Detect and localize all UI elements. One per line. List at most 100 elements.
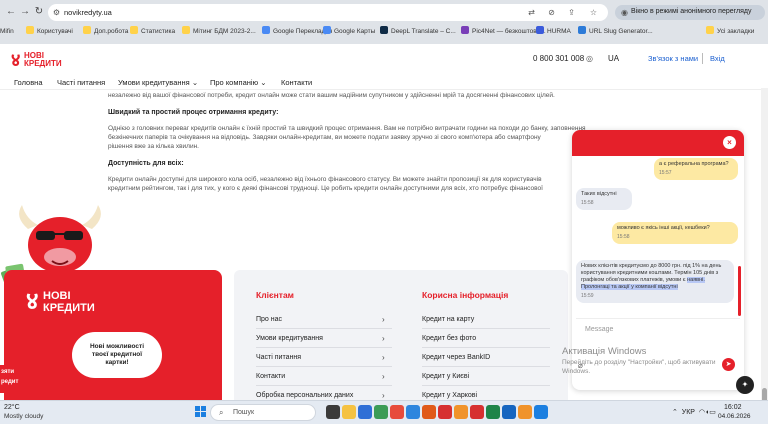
footer-link[interactable]: Часті питання <box>256 354 301 361</box>
send-icon[interactable]: ➤ <box>722 358 735 371</box>
bookmark-label: HURMA <box>547 28 571 35</box>
taskbar-app-icon[interactable] <box>390 405 404 419</box>
keyboard-language[interactable]: УКР <box>682 409 695 416</box>
bookmark-item[interactable]: Pic4Net — безкоштовн... <box>461 26 546 38</box>
taskbar-app-icon[interactable] <box>406 405 420 419</box>
nav-credit-terms[interactable]: Умови кредитування ⌄ <box>118 78 198 87</box>
bookmark-item[interactable]: URL Slug Generator... <box>578 26 653 38</box>
footer-link[interactable]: Кредит у Харкові <box>422 392 477 399</box>
chevron-right-icon[interactable]: › <box>382 353 385 362</box>
footer-link[interactable]: Обробка персональних даних <box>256 392 353 399</box>
chevron-right-icon[interactable]: › <box>382 334 385 343</box>
bookmark-item[interactable]: HURMA <box>536 26 571 38</box>
bookmark-item[interactable]: Mifin <box>0 26 14 38</box>
bookmark-star-icon[interactable]: ☆ <box>588 7 599 18</box>
weather-temperature[interactable]: 22°C <box>4 404 20 411</box>
taskbar-app-icon[interactable] <box>326 405 340 419</box>
footer-logo[interactable]: ४ НОВІ КРЕДИТИ <box>26 290 106 316</box>
chevron-right-icon[interactable]: › <box>382 315 385 324</box>
bookmark-item[interactable]: DeepL Translate – С... <box>380 26 456 38</box>
nav-about[interactable]: Про компанію ⌄ <box>210 78 267 87</box>
footer-col-clients-title: Клієнтам <box>256 290 294 300</box>
nav-faq[interactable]: Часті питання <box>57 78 105 87</box>
footer-link[interactable]: Кредит на карту <box>422 316 474 323</box>
bookmark-label: Mifin <box>0 28 14 35</box>
chat-scrollbar[interactable] <box>738 266 741 316</box>
watermark-title: Активація Windows <box>562 346 647 357</box>
bookmark-item[interactable]: Доп.робота <box>83 26 128 38</box>
taskbar-app-icon[interactable] <box>518 405 532 419</box>
taskbar-app-icon[interactable] <box>438 405 452 419</box>
chat-messages: а є реферальна програма? 15:57 Таких від… <box>572 156 744 320</box>
incognito-indicator[interactable]: ◉ Вікно в режимі анонімного перегляду <box>615 5 765 20</box>
taskbar-app-icon[interactable] <box>486 405 500 419</box>
footer-link[interactable]: Кредит у Києві <box>422 373 469 380</box>
article-paragraph: рішення вже за кілька хвилин. <box>108 143 199 150</box>
taskbar-app-icon[interactable] <box>422 405 436 419</box>
bookmark-item[interactable]: Статистика <box>130 26 175 38</box>
take-credit-side-tab[interactable]: зяти редит <box>0 365 22 393</box>
battery-icon[interactable]: ▭ <box>709 409 716 416</box>
taskbar-app-icon[interactable] <box>358 405 372 419</box>
footer-link[interactable]: Кредит без фото <box>422 335 476 342</box>
forward-icon[interactable]: → <box>18 5 32 19</box>
bookmark-icon <box>536 26 544 34</box>
chat-toggle-icon[interactable]: ✦ <box>736 376 754 394</box>
clock-date[interactable]: 04.06.2026 <box>718 413 751 420</box>
chat-divider <box>576 318 740 319</box>
windows-start-icon[interactable] <box>195 406 207 418</box>
chevron-right-icon[interactable]: › <box>382 391 385 400</box>
footer-link[interactable]: Умови кредитування <box>256 335 323 342</box>
site-logo[interactable]: ४ НОВІ КРЕДИТИ <box>11 50 71 70</box>
promo-text-line2: твоєї кредитної <box>91 351 143 358</box>
page-scrollbar-thumb[interactable] <box>762 388 767 400</box>
phone-number[interactable]: 0 800 301 008 <box>533 54 584 63</box>
address-row: ← → ↻ ⚙ novikredyty.ua ⇄ ⊘ ⇪ ☆ ◉ Вікно в… <box>0 2 768 22</box>
taskbar-search[interactable]: ⌕ Пошук <box>210 404 316 421</box>
taskbar-app-icon[interactable] <box>342 405 356 419</box>
taskbar-app-icon[interactable] <box>454 405 468 419</box>
weather-condition[interactable]: Mostly cloudy <box>4 413 43 420</box>
bookmark-item[interactable]: Google Перекладач <box>262 26 332 38</box>
article-paragraph: безкінечних паперів та очікування на від… <box>108 134 541 141</box>
chat-message-incoming: Нових клієнтів кредитуємо до 8000 грн. п… <box>576 260 734 303</box>
back-icon[interactable]: ← <box>4 5 18 19</box>
bookmark-item[interactable]: Мітинг БДМ 2023-2... <box>182 26 256 38</box>
bookmark-icon <box>461 26 469 34</box>
url-text[interactable]: novikredyty.ua <box>64 8 112 17</box>
reload-icon[interactable]: ↻ <box>32 5 46 19</box>
chat-message-time: 15:57 <box>659 170 672 176</box>
language-switch[interactable]: UA <box>608 54 619 63</box>
system-tray[interactable]: ⌃ УКР ◠◖▭ <box>672 408 716 416</box>
close-icon[interactable]: × <box>723 136 736 149</box>
bookmark-icon <box>380 26 388 34</box>
taskbar-app-icon[interactable] <box>534 405 548 419</box>
translate-icon[interactable]: ⇄ <box>526 7 537 18</box>
bookmark-item[interactable]: Користувачі <box>26 26 73 38</box>
nav-contacts[interactable]: Контакти <box>281 78 312 87</box>
site-info-icon[interactable]: ⚙ <box>51 7 62 18</box>
taskbar-app-icon[interactable] <box>374 405 388 419</box>
incognito-label: Вікно в режимі анонімного перегляду <box>631 8 752 15</box>
footer-link-divider <box>422 328 550 329</box>
clock-time[interactable]: 16:02 <box>724 404 742 411</box>
chevron-right-icon[interactable]: › <box>382 372 385 381</box>
tray-up-icon[interactable]: ⌃ <box>672 409 678 416</box>
address-bar[interactable]: ⚙ novikredyty.ua ⇄ ⊘ ⇪ ☆ <box>48 4 608 21</box>
eye-off-icon[interactable]: ⊘ <box>546 7 557 18</box>
bookmark-item[interactable]: Усі закладки <box>706 26 754 38</box>
bookmark-item[interactable]: Google Карты <box>323 26 375 38</box>
login-link[interactable]: Вхід <box>710 54 725 63</box>
bookmark-icon <box>130 26 138 34</box>
taskbar-app-icon[interactable] <box>502 405 516 419</box>
footer-link[interactable]: Кредит через BankID <box>422 354 490 361</box>
nav-home[interactable]: Головна <box>14 78 43 87</box>
taskbar-app-icon[interactable] <box>470 405 484 419</box>
share-icon[interactable]: ⇪ <box>566 7 577 18</box>
footer-link[interactable]: Контакти <box>256 373 285 380</box>
contact-us-link[interactable]: Зв'язок з нами <box>648 54 698 63</box>
footer-link[interactable]: Про нас <box>256 316 282 323</box>
chat-message-input[interactable]: Message <box>580 322 740 338</box>
accessibility-eye-icon[interactable]: ◎ <box>586 54 593 63</box>
page-scrollbar[interactable] <box>761 88 768 400</box>
